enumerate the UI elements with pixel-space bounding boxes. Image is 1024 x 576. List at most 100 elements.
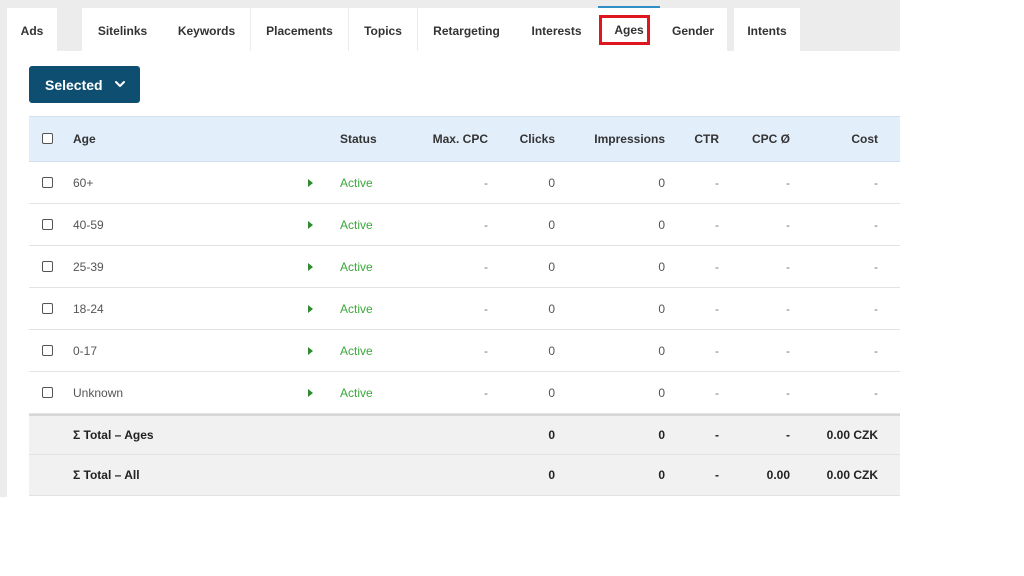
age-cell: 40-59 [73,217,104,232]
row-checkbox[interactable] [42,218,53,230]
cpc-avg-cell: - [786,259,790,274]
play-icon [307,262,313,271]
tab-ads[interactable]: Ads [7,8,57,51]
column-header-ctr[interactable]: CTR [679,117,719,161]
ctr-cell: - [715,385,719,400]
chevron-down-icon [115,81,125,87]
status-cell: Active [340,372,420,413]
column-header-status[interactable]: Status [340,117,420,161]
play-icon [307,346,313,355]
cost-cell: - [874,175,878,190]
age-cell: Unknown [73,385,124,400]
cpc-avg-cell: - [786,175,790,190]
tab-topics[interactable]: Topics [349,8,417,51]
cost-cell: - [874,385,878,400]
status-cell: Active [340,204,420,245]
total-clicks: 0 [548,468,555,482]
column-header-cost[interactable]: Cost [799,117,878,161]
clicks-cell: 0 [548,217,555,232]
impressions-cell: 0 [658,259,665,274]
cost-cell: - [874,301,878,316]
status-cell: Active [340,330,420,371]
ctr-cell: - [715,343,719,358]
ctr-cell: - [715,259,719,274]
row-checkbox[interactable] [42,344,53,356]
table-row: Unknown Active - 0 0 - - - [29,372,900,414]
cost-cell: - [874,217,878,232]
total-row-ages: Σ Total – Ages 0 0 - - 0.00 CZK [29,414,900,455]
total-label: Σ Total – All [73,468,140,482]
impressions-cell: 0 [658,217,665,232]
table-row: 25-39 Active - 0 0 - - - [29,246,900,288]
total-cpc-avg: 0.00 [766,468,790,482]
ctr-cell: - [715,217,719,232]
status-text: Active [340,301,373,316]
play-icon [307,178,313,187]
tab-ages[interactable]: Ages [598,6,660,51]
total-ctr: - [715,428,719,442]
play-icon [307,388,313,397]
clicks-cell: 0 [548,343,555,358]
ctr-cell: - [715,301,719,316]
tab-gender[interactable]: Gender [659,8,727,51]
age-cell: 0-17 [73,343,98,358]
table-row: 18-24 Active - 0 0 - - - [29,288,900,330]
impressions-cell: 0 [658,301,665,316]
status-cell: Active [340,288,420,329]
row-checkbox[interactable] [42,302,53,314]
cpc-avg-cell: - [786,301,790,316]
column-header-cpc-avg[interactable]: CPC Ø [729,117,790,161]
ctr-cell: - [715,175,719,190]
clicks-cell: 0 [548,175,555,190]
status-toggle[interactable] [304,330,316,371]
row-checkbox[interactable] [42,260,53,272]
total-impressions: 0 [658,468,665,482]
total-ctr: - [715,468,719,482]
status-text: Active [340,175,373,190]
total-impressions: 0 [658,428,665,442]
total-cost: 0.00 CZK [826,428,878,442]
tab-sitelinks[interactable]: Sitelinks [82,8,163,51]
status-text: Active [340,259,373,274]
total-label: Σ Total – Ages [73,428,154,442]
tab-interests[interactable]: Interests [515,8,598,51]
clicks-cell: 0 [548,385,555,400]
status-text: Active [340,343,373,358]
total-cpc-avg: - [786,428,790,442]
play-icon [307,220,313,229]
cpc-avg-cell: - [786,343,790,358]
table-header-row: Age Status Max. CPC Clicks Impressions C… [29,116,900,162]
max-cpc-cell: - [484,385,488,400]
status-toggle[interactable] [304,204,316,245]
table-row: 0-17 Active - 0 0 - - - [29,330,900,372]
tab-retargeting[interactable]: Retargeting [418,8,515,51]
status-text: Active [340,217,373,232]
column-header-impressions[interactable]: Impressions [569,117,665,161]
cpc-avg-cell: - [786,385,790,400]
cpc-avg-cell: - [786,217,790,232]
status-toggle[interactable] [304,246,316,287]
status-toggle[interactable] [304,288,316,329]
max-cpc-cell: - [484,217,488,232]
select-all-checkbox[interactable] [42,133,53,144]
tab-placements[interactable]: Placements [251,8,348,51]
status-toggle[interactable] [304,162,316,203]
age-cell: 25-39 [73,259,104,274]
clicks-cell: 0 [548,301,555,316]
column-header-clicks[interactable]: Clicks [489,117,555,161]
tab-bar: Ads Sitelinks Keywords Placements Topics… [7,0,900,51]
status-cell: Active [340,162,420,203]
cost-cell: - [874,259,878,274]
row-checkbox[interactable] [42,386,53,398]
row-checkbox[interactable] [42,176,53,188]
status-toggle[interactable] [304,372,316,413]
column-header-age[interactable]: Age [73,117,273,161]
total-row-all: Σ Total – All 0 0 - 0.00 0.00 CZK [29,455,900,496]
total-clicks: 0 [548,428,555,442]
column-header-max-cpc[interactable]: Max. CPC [409,117,488,161]
tab-intents[interactable]: Intents [734,8,800,51]
play-icon [307,304,313,313]
selected-dropdown-button[interactable]: Selected [29,66,140,103]
tab-keywords[interactable]: Keywords [163,8,250,51]
clicks-cell: 0 [548,259,555,274]
